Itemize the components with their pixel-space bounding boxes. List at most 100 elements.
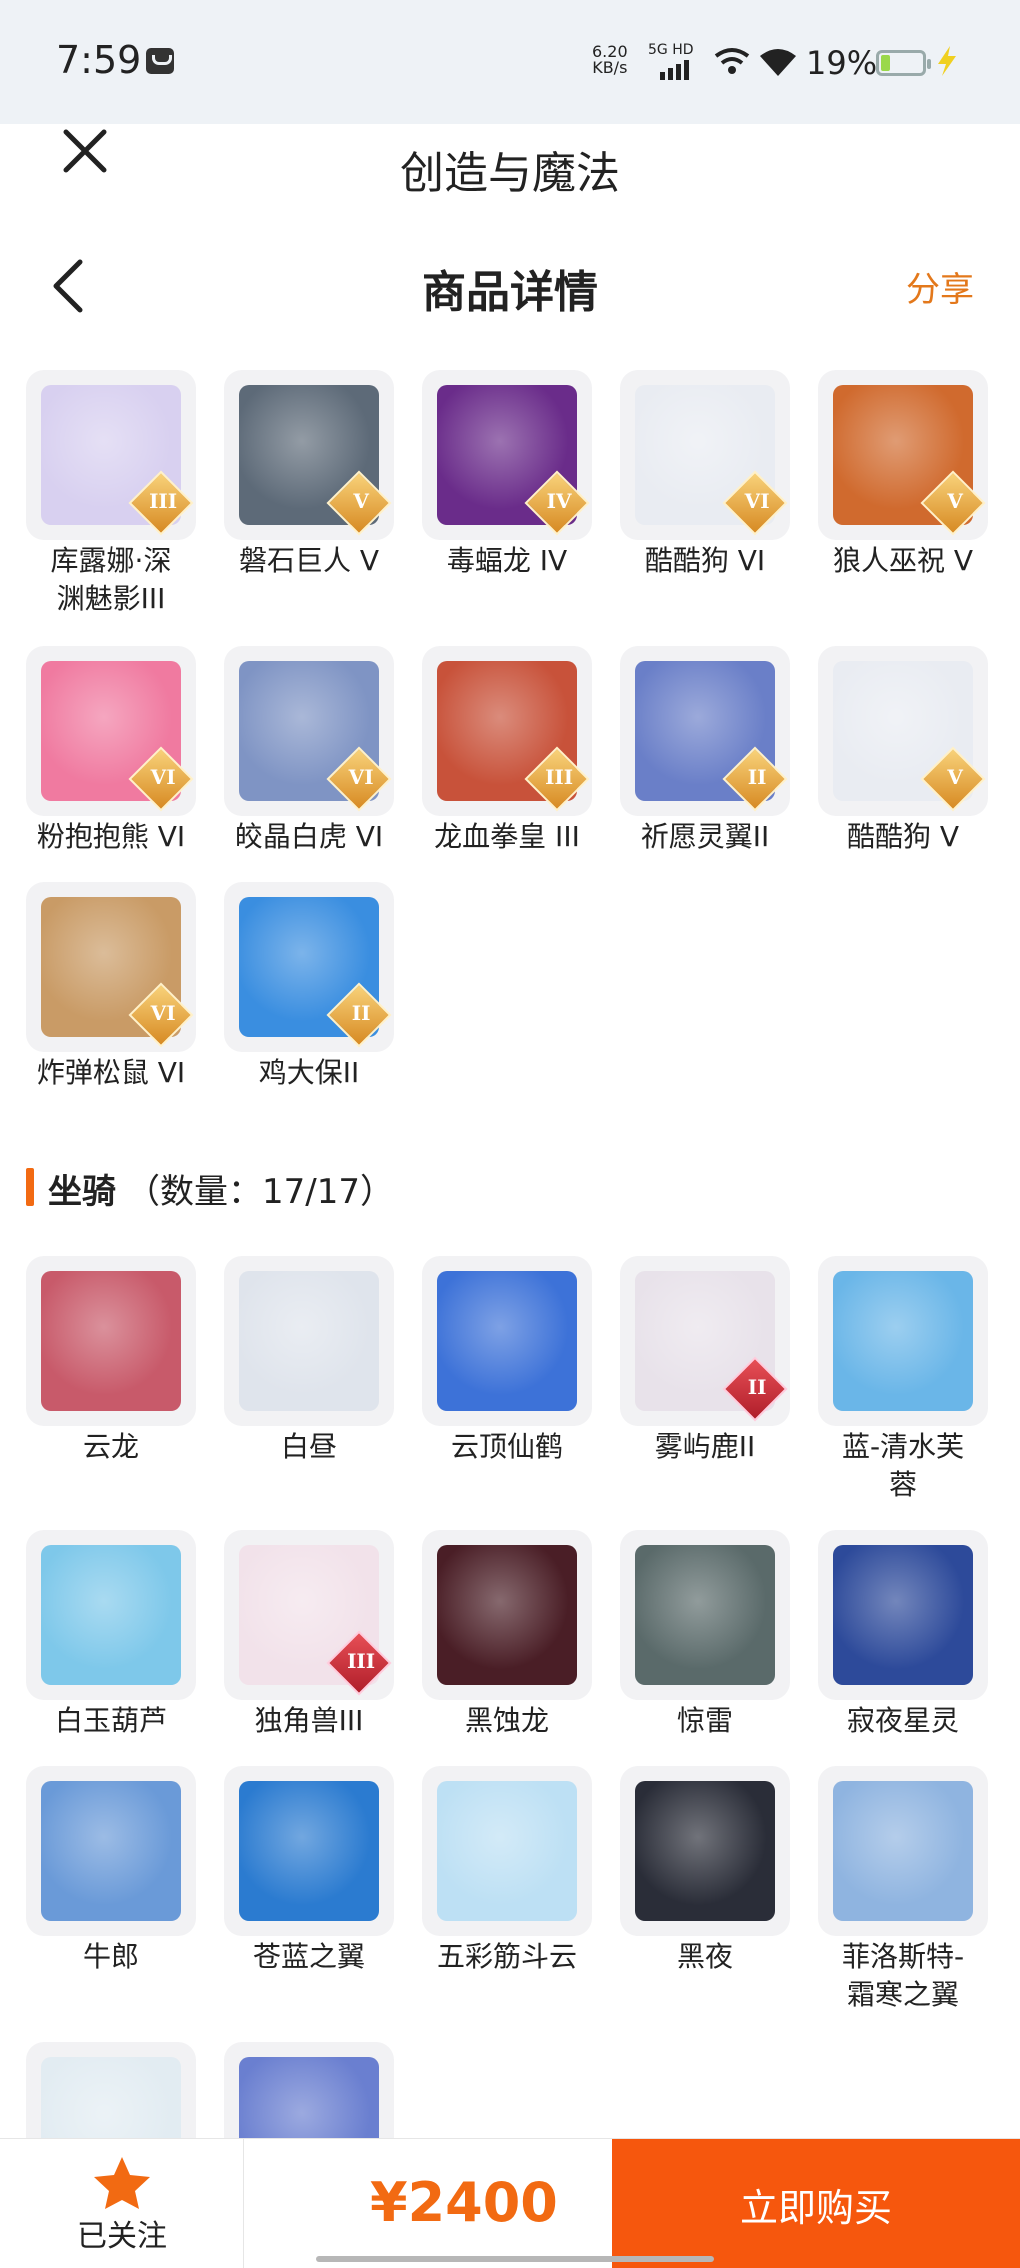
pet-tile[interactable]: IV bbox=[422, 370, 592, 540]
mount-tile[interactable] bbox=[818, 1766, 988, 1936]
home-indicator[interactable] bbox=[316, 2256, 714, 2262]
pet-tile[interactable]: III bbox=[422, 646, 592, 816]
pet-tile[interactable]: VI bbox=[26, 882, 196, 1052]
mount-name-line: 黑夜 bbox=[676, 1940, 733, 1973]
mount-tile[interactable]: II bbox=[620, 1256, 790, 1426]
pet-name: 皎晶白虎 VI bbox=[209, 818, 409, 856]
mount-tile[interactable] bbox=[224, 1256, 394, 1426]
tier-badge-label: VI bbox=[150, 764, 176, 789]
mount-tile[interactable] bbox=[422, 1766, 592, 1936]
pet-name-line: 皎晶白虎 VI bbox=[234, 820, 384, 853]
pet-tile[interactable]: VI bbox=[620, 370, 790, 540]
pet-tile[interactable]: V bbox=[818, 370, 988, 540]
pet-name-line: 毒蝠龙 IV bbox=[446, 544, 568, 577]
mount-name-line: 云龙 bbox=[82, 1430, 139, 1463]
mount-tile[interactable] bbox=[818, 1530, 988, 1700]
net-speed: 6.20 KB/s bbox=[592, 44, 628, 76]
follow-button[interactable]: 已关注 bbox=[0, 2139, 244, 2268]
tier-badge-label: IV bbox=[546, 488, 572, 513]
pet-tile[interactable]: III bbox=[26, 370, 196, 540]
tier-badge-label: II bbox=[747, 764, 767, 789]
pet-tile[interactable]: II bbox=[620, 646, 790, 816]
mount-name: 白玉葫芦 bbox=[11, 1702, 211, 1740]
tier-badge-label: V bbox=[353, 488, 369, 513]
tier-badge-label: III bbox=[545, 764, 574, 789]
mount-image bbox=[833, 1545, 973, 1685]
network-type: 5G HD bbox=[648, 42, 694, 58]
pet-name-line: 渊魅影III bbox=[56, 582, 166, 615]
pet-name-line: 酷酷狗 V bbox=[846, 820, 960, 853]
charging-bolt-icon bbox=[938, 46, 956, 76]
section-accent-bar bbox=[26, 1168, 34, 1206]
mount-name-line: 云顶仙鹤 bbox=[450, 1430, 563, 1463]
section-count: （数量：17/17） bbox=[126, 1172, 394, 1212]
share-button[interactable]: 分享 bbox=[906, 262, 974, 311]
mount-name: 云顶仙鹤 bbox=[407, 1428, 607, 1466]
mount-name-line: 黑蚀龙 bbox=[464, 1704, 549, 1737]
status-bar: 7:59 6.20 KB/s 5G HD 19% bbox=[0, 0, 1020, 124]
mount-name-line: 独角兽III bbox=[254, 1704, 364, 1737]
tier-badge-label: III bbox=[149, 488, 178, 513]
mount-name: 蓝-清水芙蓉 bbox=[803, 1428, 1003, 1504]
mount-tile[interactable]: III bbox=[224, 1530, 394, 1700]
mount-name: 寂夜星灵 bbox=[803, 1702, 1003, 1740]
follow-label: 已关注 bbox=[77, 2219, 167, 2254]
mount-image bbox=[833, 1781, 973, 1921]
status-time: 7:59 bbox=[56, 38, 142, 82]
section-title: 坐骑 bbox=[48, 1172, 116, 1212]
mount-image bbox=[437, 1781, 577, 1921]
mount-name: 雾屿鹿II bbox=[605, 1428, 805, 1466]
app-title: 创造与魔法 bbox=[400, 148, 620, 199]
mount-image bbox=[41, 1545, 181, 1685]
net-speed-unit: KB/s bbox=[592, 58, 628, 77]
tier-badge-label: VI bbox=[348, 764, 374, 789]
pet-tile[interactable]: V bbox=[224, 370, 394, 540]
pet-name: 酷酷狗 VI bbox=[605, 542, 805, 580]
mount-image bbox=[437, 1271, 577, 1411]
tier-badge-label: V bbox=[947, 488, 963, 513]
mount-name-line: 五彩筋斗云 bbox=[436, 1940, 577, 1973]
mount-name-line: 白玉葫芦 bbox=[54, 1704, 167, 1737]
pet-name: 炸弹松鼠 VI bbox=[11, 1054, 211, 1092]
mount-tile[interactable] bbox=[620, 1766, 790, 1936]
mount-tile[interactable] bbox=[818, 1256, 988, 1426]
pet-tile[interactable]: V bbox=[818, 646, 988, 816]
mount-tile[interactable] bbox=[422, 1530, 592, 1700]
mount-image bbox=[239, 1271, 379, 1411]
mount-name: 菲洛斯特- 霜寒之翼 bbox=[803, 1938, 1003, 2014]
pet-name-line: 库露娜·深 bbox=[50, 544, 172, 577]
pet-name-line: 磐石巨人 V bbox=[238, 544, 380, 577]
pet-name: 毒蝠龙 IV bbox=[407, 542, 607, 580]
mount-name: 云龙 bbox=[11, 1428, 211, 1466]
mount-tile[interactable] bbox=[224, 1766, 394, 1936]
mount-tile[interactable] bbox=[422, 1256, 592, 1426]
mount-tile[interactable] bbox=[26, 1530, 196, 1700]
mount-name: 黑蚀龙 bbox=[407, 1702, 607, 1740]
mount-name-line: 蓉 bbox=[888, 1468, 917, 1501]
pet-name: 狼人巫祝 V bbox=[803, 542, 1003, 580]
pet-name-line: 粉抱抱熊 VI bbox=[36, 820, 186, 853]
mount-name: 牛郎 bbox=[11, 1938, 211, 1976]
pet-name: 鸡大保II bbox=[209, 1054, 409, 1092]
mount-name: 黑夜 bbox=[605, 1938, 805, 1976]
mount-image bbox=[635, 1781, 775, 1921]
mount-tile[interactable] bbox=[26, 1256, 196, 1426]
mount-name: 苍蓝之翼 bbox=[209, 1938, 409, 1976]
mount-name: 五彩筋斗云 bbox=[407, 1938, 607, 1976]
pet-tile[interactable]: II bbox=[224, 882, 394, 1052]
mount-image bbox=[635, 1545, 775, 1685]
battery-icon bbox=[876, 50, 931, 76]
pet-name-line: 祈愿灵翼II bbox=[640, 820, 770, 853]
pet-tile[interactable]: VI bbox=[26, 646, 196, 816]
pet-tile[interactable]: VI bbox=[224, 646, 394, 816]
buy-now-button[interactable]: 立即购买 bbox=[612, 2139, 1020, 2268]
tier-badge-label: V bbox=[947, 764, 963, 789]
tier-badge-label: VI bbox=[744, 488, 770, 513]
pet-name-line: 酷酷狗 VI bbox=[644, 544, 766, 577]
battery-fill bbox=[881, 55, 890, 71]
mount-tile[interactable] bbox=[26, 1766, 196, 1936]
pet-name: 粉抱抱熊 VI bbox=[11, 818, 211, 856]
mount-tile[interactable] bbox=[620, 1530, 790, 1700]
mount-name-line: 苍蓝之翼 bbox=[252, 1940, 365, 1973]
pet-name: 酷酷狗 V bbox=[803, 818, 1003, 856]
